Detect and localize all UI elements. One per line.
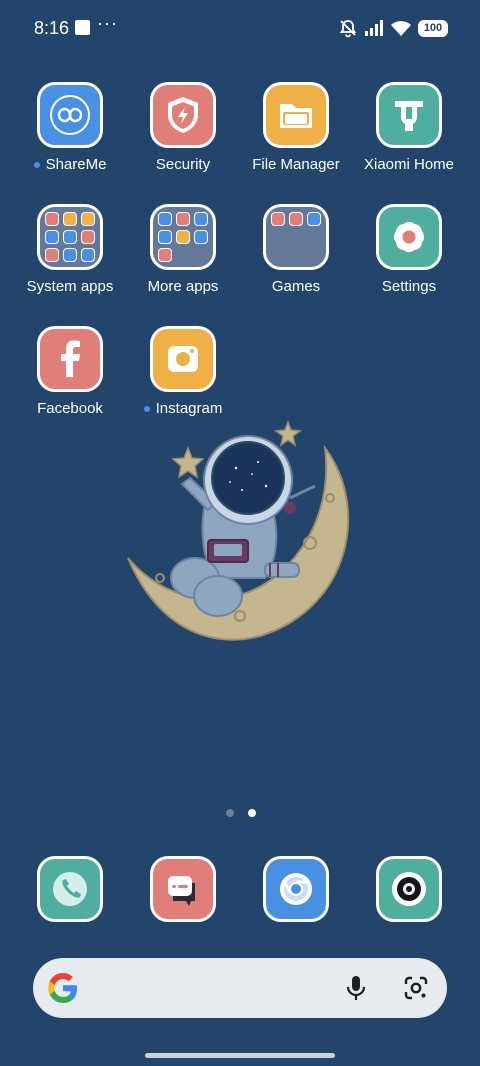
folder-system-apps-icon bbox=[37, 204, 103, 270]
app-label: Settings bbox=[381, 278, 437, 295]
gear-flower-icon bbox=[376, 204, 442, 270]
app-shareme[interactable]: ShareMe bbox=[14, 82, 126, 173]
chat-icon bbox=[168, 876, 195, 906]
dock-browser[interactable] bbox=[263, 856, 329, 922]
new-install-dot bbox=[143, 405, 150, 412]
home-gesture-bar[interactable] bbox=[145, 1053, 335, 1058]
page-dot-1[interactable] bbox=[226, 809, 234, 817]
facebook-f-icon bbox=[37, 326, 103, 392]
app-label: Facebook bbox=[37, 400, 103, 417]
page-indicator[interactable] bbox=[226, 809, 256, 817]
folder-system-apps[interactable]: System apps bbox=[14, 204, 126, 295]
phone-icon bbox=[53, 872, 87, 906]
google-search-bar[interactable] bbox=[33, 958, 447, 1018]
microphone-icon[interactable] bbox=[343, 974, 369, 1002]
page-dot-2-active[interactable] bbox=[248, 809, 256, 817]
app-label: More apps bbox=[147, 278, 219, 295]
signal-icon bbox=[365, 20, 383, 36]
app-xiaomi-home[interactable]: Xiaomi Home bbox=[353, 82, 465, 173]
folder-games-icon bbox=[263, 204, 329, 270]
status-time: 8:16 bbox=[34, 18, 70, 38]
notification-square-icon bbox=[75, 20, 90, 35]
google-g-icon[interactable] bbox=[45, 970, 81, 1006]
mi-home-icon bbox=[376, 82, 442, 148]
shield-bolt-icon bbox=[150, 82, 216, 148]
instagram-camera-icon bbox=[150, 326, 216, 392]
google-lens-icon[interactable] bbox=[403, 975, 429, 1001]
battery-icon: 100 bbox=[418, 19, 448, 37]
app-label: System apps bbox=[26, 278, 114, 295]
dock-messages[interactable] bbox=[150, 856, 216, 922]
camera-lens-icon bbox=[392, 872, 426, 906]
wallpaper-astronaut-illustration bbox=[127, 419, 350, 641]
more-notifications-indicator: ··· bbox=[97, 13, 118, 33]
app-facebook[interactable]: Facebook bbox=[14, 326, 126, 417]
app-label: Xiaomi Home bbox=[363, 156, 455, 173]
app-label: Instagram bbox=[155, 400, 223, 417]
chrome-icon bbox=[280, 873, 312, 905]
wifi-icon bbox=[391, 21, 411, 36]
folder-more-apps-icon bbox=[150, 204, 216, 270]
app-label: Games bbox=[271, 278, 321, 295]
status-icons: 100 bbox=[338, 16, 448, 40]
folder-games[interactable]: Games bbox=[240, 204, 352, 295]
dock-camera[interactable] bbox=[376, 856, 442, 922]
mute-bell-icon bbox=[339, 20, 357, 38]
app-label: ShareMe bbox=[45, 156, 107, 173]
app-label: File Manager bbox=[252, 156, 340, 173]
app-file-manager[interactable]: File Manager bbox=[240, 82, 352, 173]
status-bar: 8:16 ··· 100 bbox=[0, 0, 480, 56]
infinity-share-icon bbox=[37, 82, 103, 148]
app-security[interactable]: Security bbox=[127, 82, 239, 173]
new-install-dot bbox=[33, 161, 40, 168]
dock-phone[interactable] bbox=[37, 856, 103, 922]
folder-icon bbox=[263, 82, 329, 148]
app-label: Security bbox=[155, 156, 211, 173]
app-settings[interactable]: Settings bbox=[353, 204, 465, 295]
app-instagram[interactable]: Instagram bbox=[127, 326, 239, 417]
folder-more-apps[interactable]: More apps bbox=[127, 204, 239, 295]
